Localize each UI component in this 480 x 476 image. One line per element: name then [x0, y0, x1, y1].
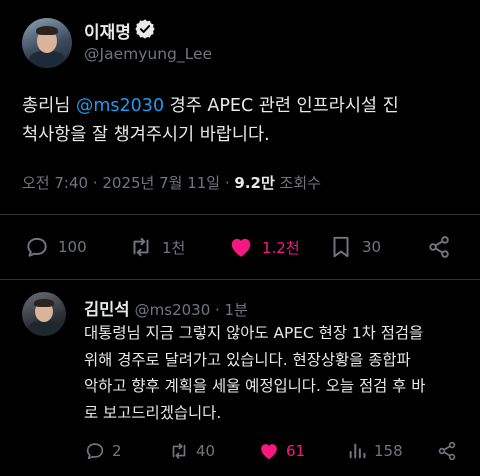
reply-header: 김민석 @ms2030 · 1분 [84, 296, 248, 320]
reply-icon [24, 234, 50, 260]
reply-text-line-4: 로 보고드리겠습니다. [84, 403, 222, 422]
post-timestamp[interactable]: 오전 7:40 · 2025년 7월 11일 · [22, 174, 234, 192]
reply-views-count: 158 [374, 442, 403, 460]
post-text-prefix: 총리님 [22, 96, 76, 116]
verified-badge-icon [134, 18, 156, 44]
like-button[interactable]: 1.2천 [228, 234, 300, 260]
like-count: 1.2천 [262, 238, 300, 257]
reply-text-line-3: 악하고 향후 계획을 세울 예정입니다. 오늘 점검 후 바 [84, 377, 426, 395]
share-icon [436, 440, 458, 462]
post-meta: 오전 7:40 · 2025년 7월 11일 · 9.2만 조회수 [22, 172, 321, 193]
reply-views-button[interactable]: 158 [346, 440, 403, 462]
post-text: 총리님 @ms2030 경주 APEC 관련 인프라시설 진 척사항을 잘 챙겨… [22, 92, 472, 150]
reply-icon [84, 440, 106, 462]
reply-like-button[interactable]: 61 [258, 440, 305, 462]
author-avatar[interactable] [22, 18, 72, 68]
share-button[interactable] [426, 234, 452, 260]
reply-button[interactable]: 100 [24, 234, 87, 260]
repost-icon [168, 440, 190, 462]
author-name[interactable]: 이재명 [84, 18, 131, 43]
reply-text-line-2: 위해 경주로 달려가고 있습니다. 현장상황을 종합파 [84, 350, 411, 369]
divider-bottom [0, 279, 480, 280]
reply-text: 대통령님 지금 그렇지 않아도 APEC 현장 1차 점검을 위해 경주로 달려… [84, 320, 476, 426]
reply-author-name[interactable]: 김민석 [84, 300, 130, 319]
reply-count: 100 [58, 238, 87, 256]
repost-button[interactable]: 1천 [128, 234, 185, 260]
views-count: 9.2만 [234, 174, 275, 192]
bookmark-count: 30 [362, 238, 382, 256]
like-icon [228, 234, 254, 260]
reply-author-avatar[interactable] [22, 292, 66, 336]
like-icon [258, 440, 280, 462]
repost-count: 1천 [162, 238, 186, 257]
reply-repost-button[interactable]: 40 [168, 440, 215, 462]
reply-reply-count: 2 [112, 442, 122, 460]
reply-text-line-1: 대통령님 지금 그렇지 않아도 APEC 현장 1차 점검을 [84, 324, 424, 342]
views-label: 조회수 [274, 174, 321, 192]
share-icon [426, 234, 452, 260]
repost-icon [128, 234, 154, 260]
reply-reply-button[interactable]: 2 [84, 440, 122, 462]
reply-author-handle[interactable]: @ms2030 · 1분 [135, 301, 248, 319]
reply-share-button[interactable] [436, 440, 458, 462]
views-icon [346, 440, 368, 462]
post-text-line-2: 척사항을 잘 챙겨주시기 바랍니다. [22, 125, 270, 145]
author-handle[interactable]: @Jaemyung_Lee [84, 45, 212, 63]
reply-repost-count: 40 [196, 442, 216, 460]
post-text-line1-suffix: 경주 APEC 관련 인프라시설 진 [164, 96, 399, 116]
bookmark-button[interactable]: 30 [328, 234, 381, 260]
mention-link[interactable]: @ms2030 [76, 96, 164, 116]
post-text-line-1: 총리님 @ms2030 경주 APEC 관련 인프라시설 진 [22, 92, 472, 121]
bookmark-icon [328, 234, 354, 260]
divider-top [0, 214, 480, 215]
reply-like-count: 61 [286, 442, 306, 460]
